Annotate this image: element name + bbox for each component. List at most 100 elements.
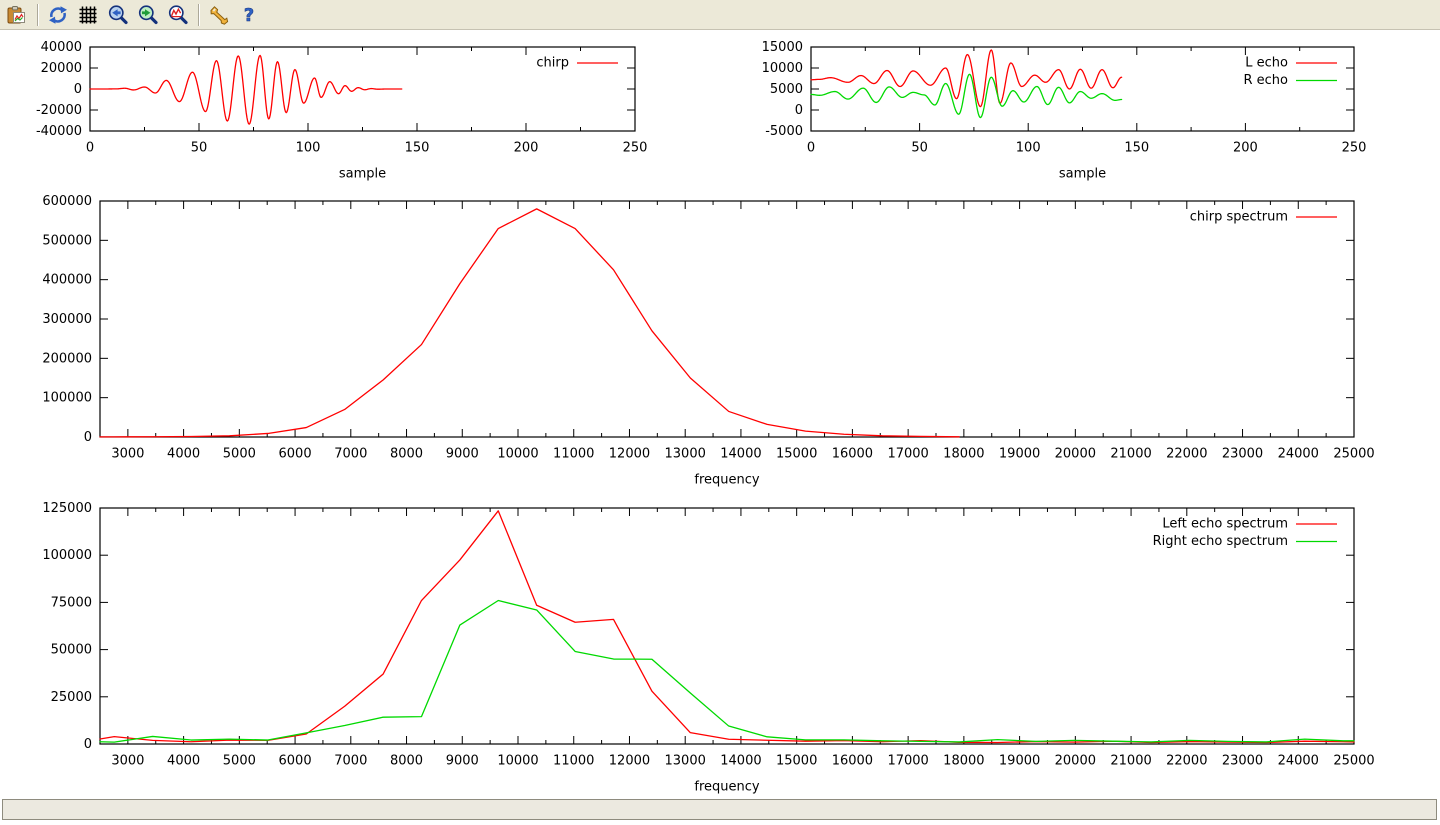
x-tick-label: 24000	[1278, 754, 1319, 769]
x-tick-label: 17000	[887, 754, 928, 769]
y-tick-label: 600000	[42, 194, 92, 209]
x-tick-label: 15000	[776, 754, 817, 769]
grid-icon	[77, 4, 99, 26]
y-tick-label: 10000	[762, 61, 803, 76]
legend-label: R echo	[1243, 73, 1288, 88]
x-tick-label: 50	[911, 141, 928, 156]
x-tick-label: 200	[514, 141, 539, 156]
x-tick-label: 7000	[334, 754, 367, 769]
clipboard-plot-icon	[6, 4, 28, 26]
y-tick-label: 25000	[51, 690, 92, 705]
x-tick-label: 16000	[832, 447, 873, 462]
x-tick-label: 21000	[1110, 754, 1151, 769]
y-tick-label: -40000	[36, 124, 82, 139]
x-axis-title: sample	[339, 167, 386, 182]
x-tick-label: 5000	[223, 447, 256, 462]
plot-echo-waveforms: 050100150200250-5000050001000015000sampl…	[762, 40, 1367, 182]
x-tick-label: 250	[623, 141, 648, 156]
y-tick-label: 300000	[42, 312, 92, 327]
zoom-fit-icon	[167, 4, 189, 26]
y-tick-label: -20000	[36, 103, 82, 118]
y-tick-label: 0	[84, 430, 92, 445]
x-tick-label: 7000	[334, 447, 367, 462]
question-glyph: ?	[244, 5, 254, 26]
zoom-previous-button[interactable]	[104, 2, 132, 28]
y-tick-label: 100000	[42, 548, 92, 563]
x-tick-label: 3000	[111, 754, 144, 769]
x-tick-label: 23000	[1222, 447, 1263, 462]
x-tick-label: 12000	[609, 447, 650, 462]
x-tick-label: 16000	[832, 754, 873, 769]
x-tick-label: 6000	[279, 754, 312, 769]
x-tick-label: 12000	[609, 754, 650, 769]
x-tick-label: 13000	[665, 447, 706, 462]
x-tick-label: 3000	[111, 447, 144, 462]
zoom-next-icon	[137, 4, 159, 26]
x-tick-label: 4000	[167, 447, 200, 462]
zoom-next-button[interactable]	[134, 2, 162, 28]
plot-echo-spectra: 3000400050006000700080009000100001100012…	[42, 501, 1374, 795]
help-button[interactable]: ?	[235, 2, 263, 28]
x-tick-label: 0	[807, 141, 815, 156]
x-tick-label: 4000	[167, 754, 200, 769]
y-tick-label: 200000	[42, 351, 92, 366]
series-right-echo-spectrum	[100, 601, 1354, 743]
x-tick-label: 25000	[1333, 447, 1374, 462]
y-tick-label: 100000	[42, 391, 92, 406]
plot-canvas[interactable]: 050100150200250-40000-2000002000040000sa…	[0, 30, 1440, 796]
x-tick-label: 23000	[1222, 754, 1263, 769]
zoom-previous-icon	[107, 4, 129, 26]
y-tick-label: 125000	[42, 501, 92, 516]
x-axis-title: sample	[1059, 167, 1106, 182]
x-tick-label: 0	[86, 141, 94, 156]
replot-button[interactable]	[44, 2, 72, 28]
y-tick-label: 500000	[42, 233, 92, 248]
legend-label: Left echo spectrum	[1162, 517, 1288, 532]
y-tick-label: -5000	[765, 124, 803, 139]
x-tick-label: 25000	[1333, 754, 1374, 769]
x-tick-label: 9000	[446, 447, 479, 462]
x-tick-label: 11000	[553, 447, 594, 462]
configure-button[interactable]	[205, 2, 233, 28]
x-tick-label: 18000	[943, 447, 984, 462]
x-tick-label: 200	[1233, 141, 1258, 156]
x-tick-label: 50	[191, 141, 208, 156]
x-tick-label: 150	[1124, 141, 1149, 156]
toolbar-separator	[37, 4, 38, 26]
y-tick-label: 0	[84, 737, 92, 752]
x-tick-label: 17000	[887, 447, 928, 462]
copy-to-clipboard-button[interactable]	[3, 2, 31, 28]
x-tick-label: 13000	[665, 754, 706, 769]
y-tick-label: 50000	[51, 643, 92, 658]
x-tick-label: 10000	[497, 754, 538, 769]
y-tick-label: 40000	[41, 40, 82, 55]
y-tick-label: 400000	[42, 273, 92, 288]
x-tick-label: 6000	[279, 447, 312, 462]
x-tick-label: 10000	[497, 447, 538, 462]
plot-chirp-spectrum: 3000400050006000700080009000100001100012…	[42, 194, 1374, 488]
x-tick-label: 20000	[1055, 754, 1096, 769]
x-tick-label: 14000	[720, 754, 761, 769]
x-tick-label: 14000	[720, 447, 761, 462]
series-chirp	[90, 55, 402, 124]
x-tick-label: 22000	[1166, 754, 1207, 769]
series-chirp-spectrum	[100, 209, 959, 437]
plot-border-chirp-spectrum[interactable]	[100, 201, 1354, 437]
plot-chirp-waveform: 050100150200250-40000-2000002000040000sa…	[36, 40, 647, 182]
refresh-icon	[47, 4, 69, 26]
y-tick-label: 0	[74, 82, 82, 97]
x-tick-label: 100	[1016, 141, 1041, 156]
legend-label: Right echo spectrum	[1153, 534, 1288, 549]
x-tick-label: 21000	[1110, 447, 1151, 462]
toggle-grid-button[interactable]	[74, 2, 102, 28]
x-tick-label: 19000	[999, 447, 1040, 462]
x-tick-label: 19000	[999, 754, 1040, 769]
x-axis-title: frequency	[694, 473, 760, 488]
status-bar	[2, 799, 1437, 820]
autoscale-button[interactable]	[164, 2, 192, 28]
x-tick-label: 24000	[1278, 447, 1319, 462]
x-tick-label: 100	[296, 141, 321, 156]
x-tick-label: 18000	[943, 754, 984, 769]
y-tick-label: 75000	[51, 595, 92, 610]
x-tick-label: 5000	[223, 754, 256, 769]
